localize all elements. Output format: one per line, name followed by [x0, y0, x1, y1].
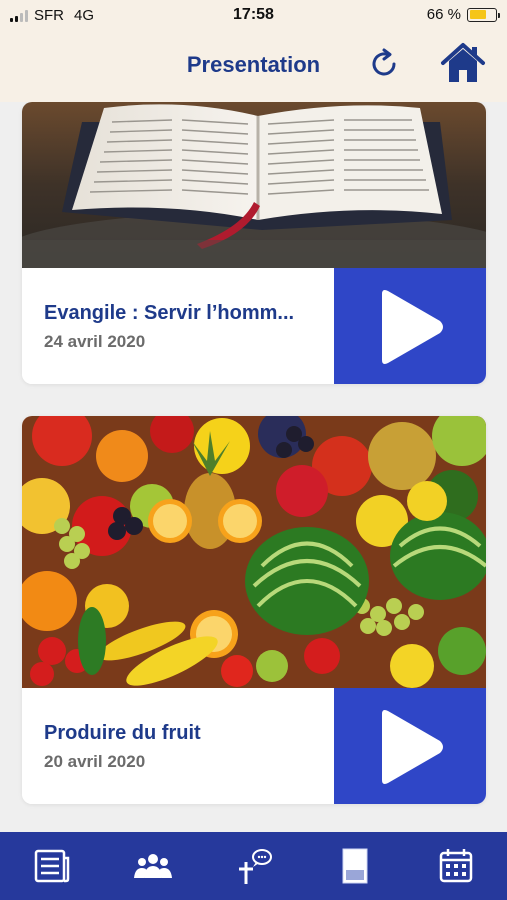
open-bible-photo — [22, 102, 486, 292]
battery-level — [469, 10, 486, 19]
tab-calendar[interactable] — [434, 846, 478, 886]
card-footer[interactable]: Evangile : Servir l’homm... 24 avril 202… — [22, 268, 486, 384]
card-date: 20 avril 2020 — [44, 752, 146, 771]
prayer-icon — [239, 849, 272, 884]
card-title[interactable]: Evangile : Servir l’homm... — [44, 302, 334, 325]
play-icon — [382, 290, 443, 364]
page-title: Presentation — [186, 52, 321, 77]
calendar-icon — [439, 849, 473, 883]
battery-percent: 66 % — [426, 6, 461, 23]
card-title[interactable]: Produire du fruit — [44, 722, 334, 745]
status-bar: SFR 4G 17:58 66 % — [0, 0, 507, 32]
news-feed-icon — [34, 849, 70, 883]
play-icon — [382, 710, 443, 784]
community-icon — [134, 854, 172, 878]
tab-news-feed[interactable] — [30, 846, 74, 886]
stk-news-icon — [342, 848, 368, 884]
fruits-photo — [22, 416, 486, 688]
content-list[interactable]: Evangile : Servir l’homm... 24 avril 202… — [0, 102, 507, 830]
card-date: 24 avril 2020 — [44, 332, 146, 351]
app-header: Presentation — [0, 32, 507, 102]
play-button[interactable] — [334, 688, 486, 804]
refresh-icon — [372, 48, 396, 76]
card-footer[interactable]: Produire du fruit 20 avril 2020 — [22, 688, 486, 804]
card-image[interactable] — [22, 416, 486, 688]
refresh-button[interactable] — [365, 45, 403, 83]
bottom-tab-bar — [0, 832, 507, 900]
tab-prayer[interactable] — [232, 846, 276, 886]
video-card[interactable]: Produire du fruit 20 avril 2020 — [22, 416, 486, 804]
status-right: 66 % — [426, 6, 500, 23]
home-icon — [441, 43, 485, 82]
tab-community[interactable] — [131, 846, 175, 886]
home-button[interactable] — [440, 42, 486, 84]
play-button[interactable] — [334, 268, 486, 384]
tab-stk-news[interactable] — [333, 846, 377, 886]
battery-icon — [467, 7, 500, 22]
card-image[interactable] — [22, 102, 486, 292]
video-card[interactable]: Evangile : Servir l’homm... 24 avril 202… — [22, 102, 486, 384]
